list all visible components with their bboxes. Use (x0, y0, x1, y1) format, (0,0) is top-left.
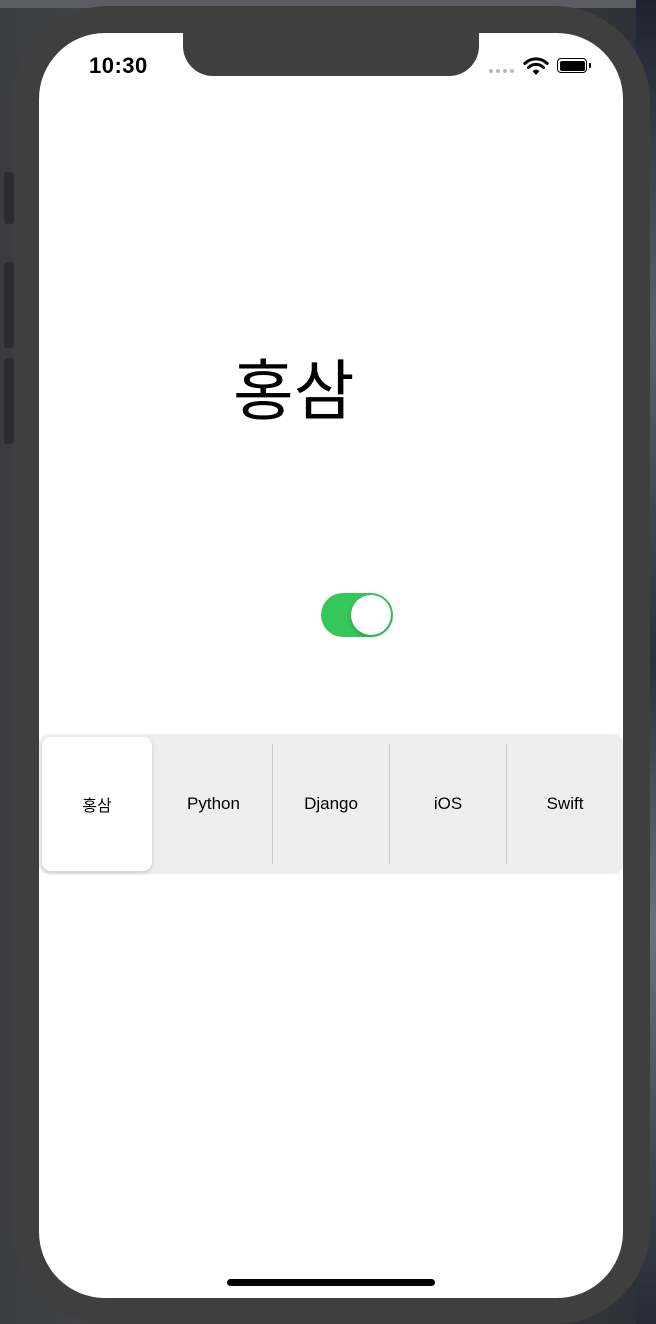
volume-up-button (4, 262, 14, 348)
device-screen: 10:30 홍삼 홍삼 Python Django iOS Swift (39, 33, 623, 1298)
toggle-switch[interactable] (321, 593, 393, 637)
segment-python[interactable]: Python (155, 734, 272, 874)
battery-tip (589, 63, 591, 68)
battery-icon (557, 58, 587, 73)
title-label: 홍삼 (233, 353, 355, 430)
toggle-knob (351, 595, 391, 635)
mute-switch (4, 172, 14, 224)
notch (183, 33, 479, 76)
segment-ios[interactable]: iOS (390, 734, 506, 874)
cellular-signal-icon (489, 69, 514, 73)
segment-django[interactable]: Django (273, 734, 389, 874)
segment-swift[interactable]: Swift (507, 734, 623, 874)
home-indicator[interactable] (227, 1279, 435, 1286)
segment-hongsam[interactable]: 홍삼 (42, 737, 152, 871)
segmented-control: 홍삼 Python Django iOS Swift (39, 734, 623, 874)
status-time: 10:30 (89, 53, 148, 78)
volume-down-button (4, 358, 14, 444)
wifi-icon (523, 57, 549, 75)
